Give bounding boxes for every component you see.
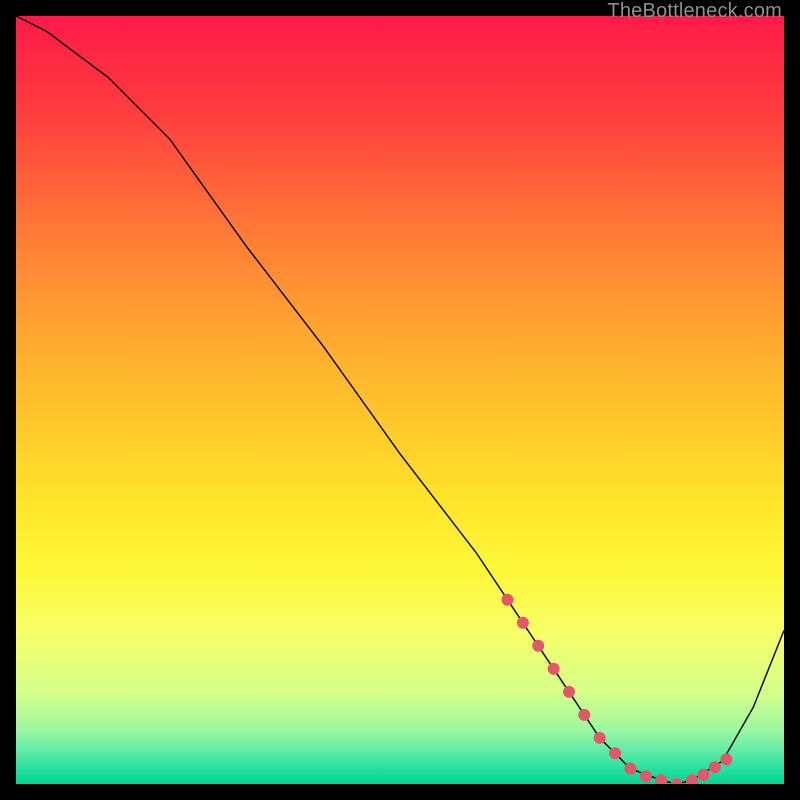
highlight-dot	[720, 753, 732, 765]
highlight-dot	[502, 594, 514, 606]
highlight-dot	[517, 617, 529, 629]
bottleneck-chart	[16, 16, 784, 784]
chart-frame: TheBottleneck.com	[0, 0, 800, 800]
highlight-dot	[697, 769, 709, 781]
highlight-dot	[578, 709, 590, 721]
gradient-background	[16, 16, 784, 784]
highlight-dot	[609, 747, 621, 759]
highlight-dot	[709, 761, 721, 773]
highlight-dot	[563, 686, 575, 698]
highlight-dot	[624, 763, 636, 775]
highlight-dot	[594, 732, 606, 744]
highlight-dot	[532, 640, 544, 652]
watermark-text: TheBottleneck.com	[607, 0, 782, 23]
highlight-dot	[548, 663, 560, 675]
highlight-dot	[640, 770, 652, 782]
